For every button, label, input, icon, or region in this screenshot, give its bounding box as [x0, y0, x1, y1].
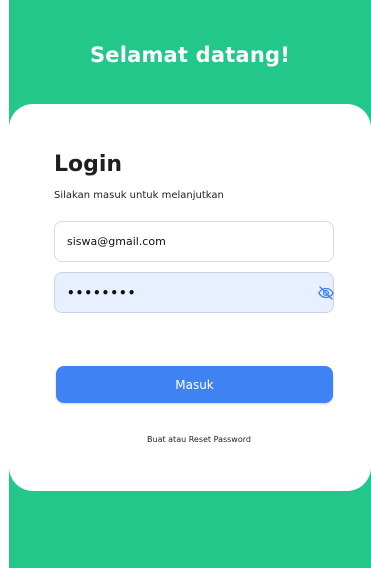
reset-password-link[interactable]: Buat atau Reset Password — [18, 435, 371, 444]
email-value: siswa@gmail.com — [67, 235, 166, 248]
welcome-title: Selamat datang! — [89, 43, 291, 67]
login-screen: Selamat datang! Login Silakan masuk untu… — [0, 0, 371, 568]
email-field[interactable]: siswa@gmail.com — [54, 221, 334, 262]
login-subtitle: Silakan masuk untuk melanjutkan — [54, 190, 224, 201]
login-heading: Login — [54, 152, 123, 177]
password-field[interactable]: •••••••• — [54, 272, 334, 313]
eye-off-icon[interactable] — [316, 283, 336, 303]
password-value: •••••••• — [67, 285, 137, 300]
login-card: Login Silakan masuk untuk melanjutkan si… — [9, 104, 371, 491]
submit-button[interactable]: Masuk — [56, 366, 333, 403]
